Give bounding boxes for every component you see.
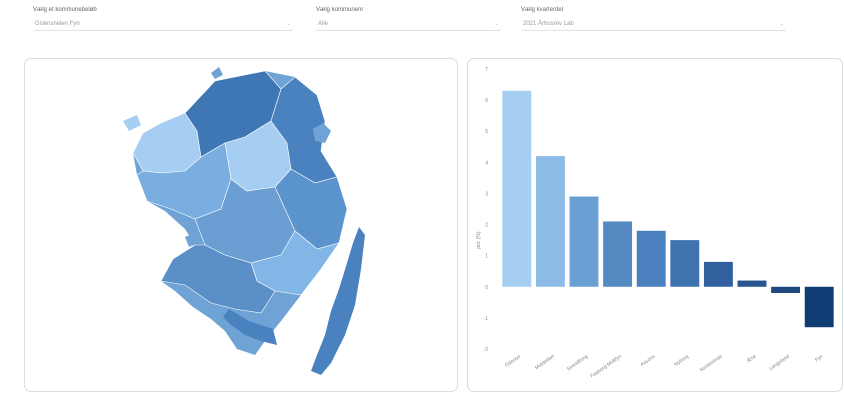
filter-district: Vælg kvarterdel 2021 Århusrev Lab ⌄: [521, 6, 786, 31]
municipality-select[interactable]: Grænsnelen Fyn ⌄: [33, 17, 293, 31]
x-tick-label: Langeland: [768, 354, 791, 372]
bar[interactable]: [569, 196, 599, 287]
select-value: Alle: [318, 20, 329, 27]
filter-label: Vælg kommunenr: [316, 7, 364, 13]
x-tick-label: Kerteminde: [699, 354, 724, 374]
chevron-down-icon: ⌄: [493, 21, 499, 27]
filter-municipality-number: Vælg kommunenr Alle ⌄: [316, 6, 501, 31]
municipality-number-select[interactable]: Alle ⌄: [316, 17, 501, 31]
y-tick-label: 2: [485, 223, 488, 229]
bar-chart: -2 -1 0 1 2 3 4 5 6 7 pct. (%) Odense Middelfart Sven…: [476, 67, 834, 380]
map-panel: [24, 58, 458, 392]
district-select[interactable]: 2021 Århusrev Lab ⌄: [521, 17, 786, 31]
select-value: Grænsnelen Fyn: [35, 20, 80, 27]
chevron-down-icon: ⌄: [778, 21, 784, 27]
y-tick-label: 0: [485, 285, 488, 291]
y-tick-label: 1: [485, 254, 488, 260]
x-tick-label: Faaborg-Midtfyn: [589, 354, 622, 380]
y-tick-label: 7: [485, 67, 488, 73]
bar[interactable]: [771, 286, 801, 293]
chevron-down-icon: ⌄: [285, 21, 291, 27]
x-tick-label: Fyn: [814, 354, 824, 364]
x-tick-label: Assens: [639, 353, 656, 368]
bar[interactable]: [535, 156, 565, 287]
map-island-tiny-2[interactable]: [123, 115, 141, 131]
x-tick-label: Svendborg: [566, 354, 589, 373]
bar[interactable]: [804, 286, 834, 328]
filter-municipality: Vælg et kommunebeløb Grænsnelen Fyn ⌄: [33, 6, 293, 31]
x-tick-label: Nyborg: [673, 354, 690, 368]
x-tick-label: Odense: [504, 354, 522, 369]
bar[interactable]: [603, 221, 633, 287]
x-tick-label: Middelfart: [534, 353, 556, 371]
x-tick-label: Ærø: [746, 354, 757, 364]
y-tick-label: 4: [485, 160, 488, 166]
bar[interactable]: [670, 240, 700, 287]
bar[interactable]: [636, 230, 666, 287]
filter-label: Vælg et kommunebeløb: [33, 7, 97, 13]
bar[interactable]: [703, 261, 733, 287]
bar[interactable]: [737, 280, 767, 287]
map-island-tiny-4[interactable]: [211, 67, 223, 79]
y-tick-label: 6: [485, 98, 488, 104]
y-tick-label: -1: [484, 316, 489, 322]
filter-label: Vælg kvarterdel: [521, 7, 564, 13]
y-tick-label: 5: [485, 129, 488, 135]
select-value: 2021 Århusrev Lab: [523, 20, 574, 27]
chart-panel: -2 -1 0 1 2 3 4 5 6 7 pct. (%) Odense Middelfart Sven…: [467, 58, 843, 392]
y-tick-label: 3: [485, 191, 488, 197]
choropleth-map: [123, 67, 365, 375]
y-axis-label: pct. (%): [476, 231, 482, 249]
y-tick-label: -2: [484, 347, 489, 353]
bar[interactable]: [502, 90, 532, 287]
